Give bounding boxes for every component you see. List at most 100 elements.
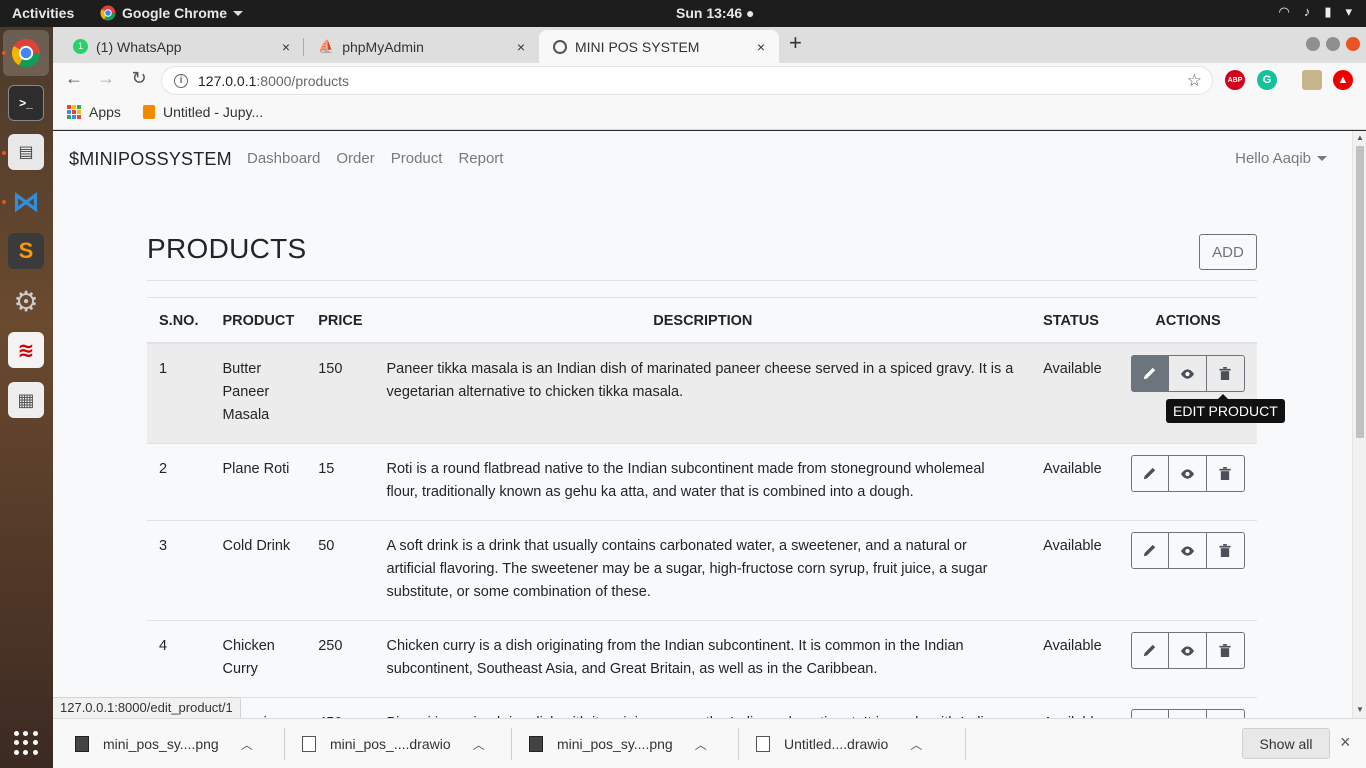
edit-button[interactable] [1130, 532, 1169, 569]
activities-button[interactable]: Activities [12, 5, 74, 21]
bookmarks-bar: Apps Untitled - Jupy... [53, 97, 1366, 130]
edit-button[interactable] [1130, 355, 1169, 392]
view-button[interactable] [1168, 355, 1207, 392]
edit-button[interactable] [1130, 632, 1169, 669]
clock[interactable]: Sun 13:46 ● [676, 5, 755, 21]
view-button[interactable] [1168, 532, 1207, 569]
nav-link-report[interactable]: Report [458, 150, 503, 167]
chrome-icon [11, 38, 41, 68]
view-button[interactable] [1168, 455, 1207, 492]
cell-sno: 2 [147, 443, 211, 521]
cell-actions [1118, 697, 1257, 718]
view-button[interactable] [1168, 709, 1207, 718]
settings-dock-icon[interactable]: ⚙ [8, 283, 44, 319]
upload-extension-icon[interactable]: ▲ [1333, 70, 1353, 90]
adblock-extension-icon[interactable]: ABP [1225, 70, 1245, 90]
app-menu[interactable]: Google Chrome [100, 5, 244, 21]
download-item[interactable]: mini_pos_sy....png ︿ [529, 726, 739, 762]
show-all-downloads-button[interactable]: Show all [1242, 728, 1330, 759]
chevron-down-icon [233, 10, 244, 16]
tab-title: (1) WhatsApp [96, 38, 182, 55]
action-button-group [1130, 455, 1245, 492]
add-product-button[interactable]: ADD [1199, 234, 1257, 270]
calculator-dock-icon[interactable]: ▦ [8, 382, 44, 418]
user-dropdown[interactable]: Hello Aaqib [1235, 150, 1327, 167]
forward-icon[interactable]: → [95, 68, 117, 89]
nav-link-order[interactable]: Order [336, 150, 374, 167]
scroll-down-arrow-icon[interactable]: ▼ [1356, 705, 1364, 714]
back-icon[interactable]: ← [63, 68, 85, 89]
grammarly-extension-icon[interactable]: G [1257, 70, 1277, 90]
download-item[interactable]: mini_pos_....drawio ︿ [302, 726, 512, 762]
pencil-icon [1144, 544, 1156, 557]
bookmark-star-icon[interactable]: ☆ [1187, 71, 1202, 91]
new-tab-button[interactable]: + [789, 32, 802, 54]
downloads-bar: mini_pos_sy....png ︿ mini_pos_....drawio… [53, 718, 1366, 768]
address-bar[interactable]: i 127.0.0.1:8000/products ☆ [161, 66, 1213, 95]
sublime-dock-icon[interactable]: S [8, 233, 44, 269]
download-separator [738, 728, 739, 760]
delete-button[interactable] [1206, 709, 1245, 718]
maximize-window-button[interactable] [1326, 37, 1340, 51]
chevron-up-icon[interactable]: ︿ [473, 736, 485, 753]
profile-avatar-icon[interactable] [1302, 70, 1322, 90]
document-viewer-dock-icon[interactable]: ≋ [8, 332, 44, 368]
files-dock-icon[interactable]: ▤ [8, 134, 44, 170]
close-tab-icon[interactable]: × [276, 39, 296, 55]
chevron-up-icon[interactable]: ︿ [241, 736, 253, 753]
tab-whatsapp[interactable]: 1 (1) WhatsApp × [59, 30, 304, 63]
chrome-dock-icon[interactable] [3, 30, 49, 76]
delete-button[interactable] [1206, 355, 1245, 392]
chevron-down-icon: ▾ [1345, 4, 1352, 19]
cell-price: 15 [306, 443, 375, 521]
table-header-row: S.NO. PRODUCT PRICE DESCRIPTION STATUS A… [147, 297, 1257, 344]
download-separator [284, 728, 285, 760]
download-item[interactable]: mini_pos_sy....png ︿ [75, 726, 285, 762]
view-button[interactable] [1168, 632, 1207, 669]
tab-mini-pos[interactable]: MINI POS SYSTEM × [539, 30, 779, 63]
delete-button[interactable] [1206, 632, 1245, 669]
eye-icon [1180, 645, 1195, 656]
system-tray[interactable]: ◠ ♪ ▮ ▾ [1278, 4, 1352, 20]
close-window-button[interactable] [1346, 37, 1360, 51]
app-name: Google Chrome [122, 5, 228, 21]
edit-button[interactable] [1130, 709, 1169, 718]
close-tab-icon[interactable]: × [511, 39, 531, 55]
edit-button[interactable] [1130, 455, 1169, 492]
cell-description: A soft drink is a drink that usually con… [374, 520, 1032, 621]
chrome-icon [100, 5, 116, 21]
scroll-up-arrow-icon[interactable]: ▲ [1356, 133, 1364, 142]
close-downloads-icon[interactable]: × [1340, 732, 1351, 753]
battery-icon: ▮ [1324, 4, 1332, 19]
info-icon[interactable]: i [174, 73, 188, 88]
cell-price: 150 [306, 343, 375, 444]
column-header-sno: S.NO. [147, 297, 211, 344]
delete-button[interactable] [1206, 455, 1245, 492]
tab-phpmyadmin[interactable]: ⛵ phpMyAdmin × [304, 30, 539, 63]
bookmark-apps[interactable]: Apps [67, 104, 121, 120]
vscode-dock-icon[interactable]: ⋈ [8, 183, 44, 219]
table-row: 1 Butter Paneer Masala 150 Paneer tikka … [147, 343, 1257, 444]
image-file-icon [529, 736, 543, 752]
navbar-brand[interactable]: $MINIPOSSYSTEM [69, 149, 232, 170]
table-row: 4 Chicken Curry 250 Chicken curry is a d… [147, 620, 1257, 698]
reload-icon[interactable]: ↻ [128, 68, 150, 89]
delete-button[interactable] [1206, 532, 1245, 569]
nav-link-product[interactable]: Product [391, 150, 443, 167]
download-item[interactable]: Untitled....drawio ︿ [756, 726, 966, 762]
chevron-up-icon[interactable]: ︿ [695, 736, 707, 753]
close-tab-icon[interactable]: × [751, 39, 771, 55]
running-indicator [2, 51, 6, 55]
download-filename: Untitled....drawio [784, 736, 889, 752]
page-scrollbar[interactable]: ▲ ▼ [1352, 131, 1366, 718]
wifi-icon: ◠ [1278, 4, 1290, 19]
minimize-window-button[interactable] [1306, 37, 1320, 51]
nav-link-dashboard[interactable]: Dashboard [247, 150, 320, 167]
show-apps-icon[interactable] [14, 731, 38, 755]
chevron-up-icon[interactable]: ︿ [910, 736, 922, 753]
scrollbar-thumb[interactable] [1356, 146, 1364, 438]
terminal-dock-icon[interactable]: >_ [8, 85, 44, 121]
cell-status: Available [1031, 520, 1119, 621]
bookmark-jupyter[interactable]: Untitled - Jupy... [143, 104, 263, 120]
book-icon [143, 105, 155, 119]
